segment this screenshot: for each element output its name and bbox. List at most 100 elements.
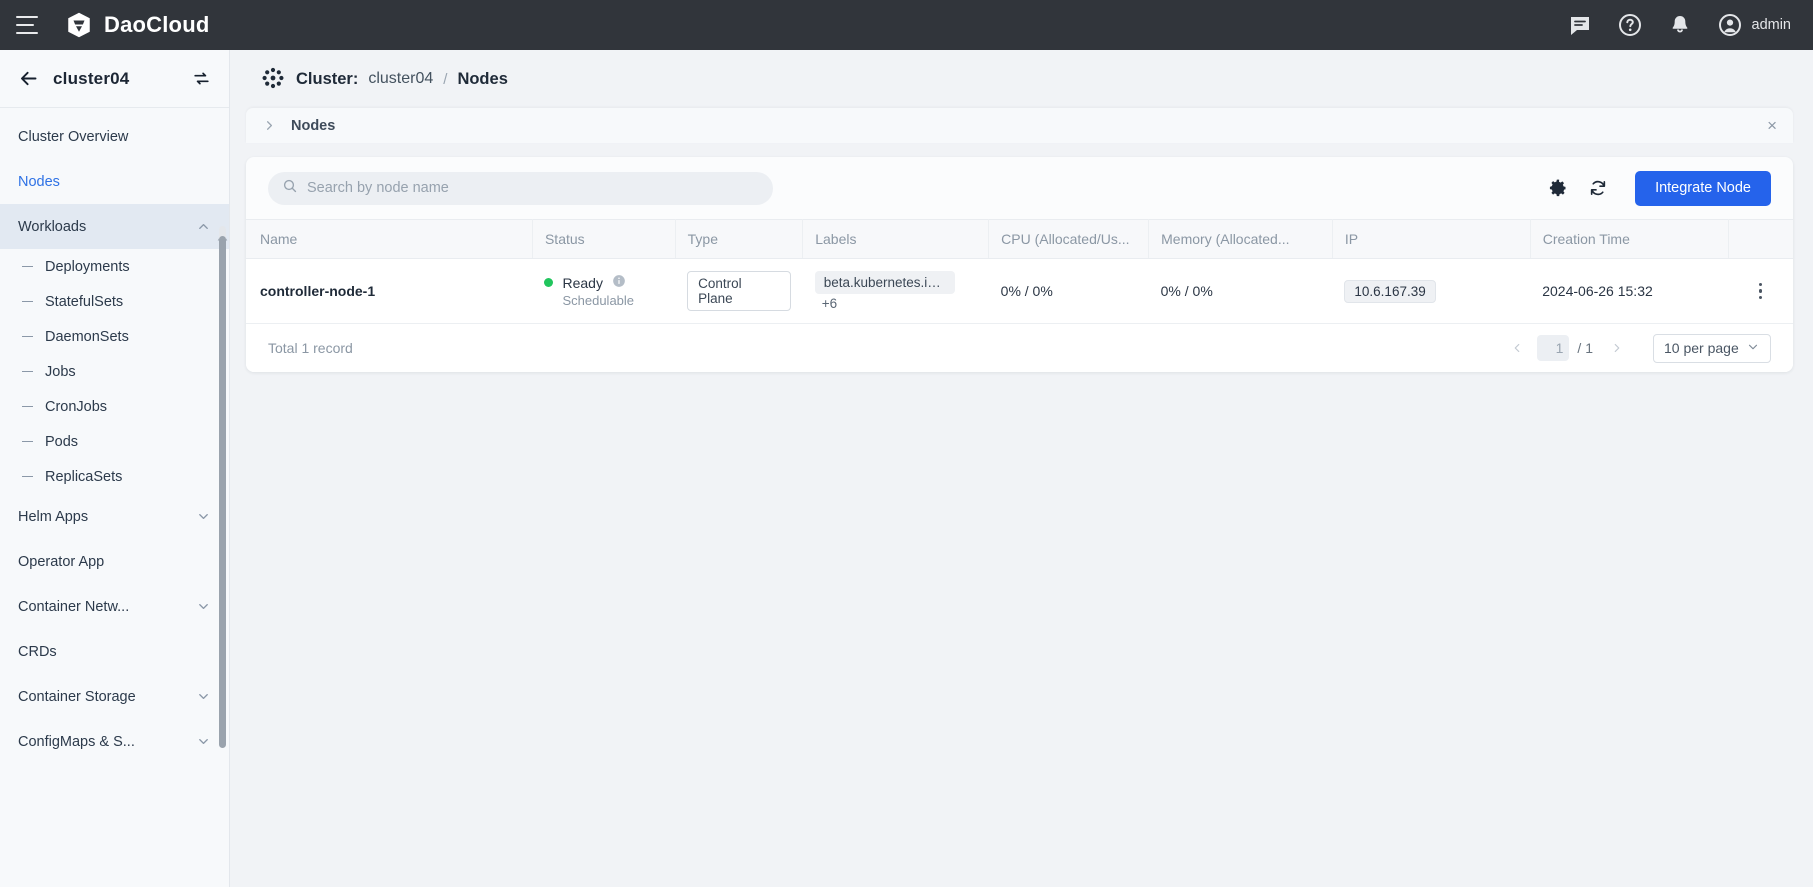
sidebar-item-replicasets[interactable]: ReplicaSets [0, 459, 229, 494]
label-more-count[interactable]: +6 [822, 296, 837, 311]
sidebar-item-container-storage[interactable]: Container Storage [0, 674, 229, 719]
breadcrumb-label: Cluster: [296, 70, 358, 89]
chat-icon[interactable] [1568, 13, 1592, 37]
nodes-toolbar: Integrate Node [246, 157, 1793, 219]
column-header-name[interactable]: Name [246, 220, 532, 259]
sidebar-item-label: StatefulSets [45, 294, 123, 310]
sidebar-scrollbar-thumb[interactable] [219, 236, 226, 748]
sidebar-item-label: Container Storage [18, 689, 136, 705]
bell-icon[interactable] [1668, 13, 1692, 37]
bullet-dash-icon [22, 441, 33, 443]
sidebar-item-cluster-overview[interactable]: Cluster Overview [0, 114, 229, 159]
daocloud-cube-icon [64, 10, 94, 40]
sidebar-item-container-network[interactable]: Container Netw... [0, 584, 229, 629]
column-header-labels[interactable]: Labels [803, 220, 989, 259]
chevron-up-icon [196, 219, 211, 234]
sidebar: cluster04 Cluster Overview Nodes Workloa… [0, 50, 230, 887]
sidebar-item-label: Operator App [18, 554, 104, 570]
table-header-row: Name Status Type Labels CPU (Allocated/U… [246, 220, 1793, 259]
search-box[interactable] [268, 172, 773, 205]
sidebar-nav: Cluster Overview Nodes Workloads Deploym… [0, 108, 229, 887]
column-header-creation-time[interactable]: Creation Time [1530, 220, 1728, 259]
bullet-dash-icon [22, 476, 33, 478]
sidebar-item-label: ReplicaSets [45, 469, 122, 485]
page-body: cluster04 Cluster Overview Nodes Workloa… [0, 50, 1813, 887]
kebab-menu-icon[interactable] [1740, 283, 1781, 300]
sidebar-item-label: DaemonSets [45, 329, 129, 345]
info-icon[interactable] [612, 274, 626, 291]
chevron-down-icon [196, 599, 211, 614]
sidebar-item-crds[interactable]: CRDs [0, 629, 229, 674]
per-page-select[interactable]: 10 per page [1653, 334, 1771, 363]
sidebar-item-label: ConfigMaps & S... [18, 734, 135, 750]
column-header-status[interactable]: Status [532, 220, 675, 259]
cell-type: Control Plane [675, 259, 803, 324]
bullet-dash-icon [22, 301, 33, 303]
hamburger-icon[interactable] [16, 16, 42, 34]
integrate-node-button[interactable]: Integrate Node [1635, 171, 1771, 206]
breadcrumb-separator: / [443, 71, 447, 88]
breadcrumb: Cluster: cluster04 / Nodes [230, 50, 1813, 108]
cell-memory: 0% / 0% [1149, 259, 1333, 324]
tab-nodes[interactable]: Nodes [291, 118, 335, 134]
sidebar-item-deployments[interactable]: Deployments [0, 249, 229, 284]
sidebar-item-workloads[interactable]: Workloads [0, 204, 229, 249]
search-input[interactable] [307, 180, 759, 196]
sidebar-item-label: Pods [45, 434, 78, 450]
column-header-type[interactable]: Type [675, 220, 803, 259]
status-line: Ready [544, 274, 663, 291]
help-icon[interactable] [1618, 13, 1642, 37]
toolbar-actions: Integrate Node [1547, 171, 1771, 206]
sidebar-item-statefulsets[interactable]: StatefulSets [0, 284, 229, 319]
column-header-memory[interactable]: Memory (Allocated... [1149, 220, 1333, 259]
brand-logo-group[interactable]: DaoCloud [64, 10, 209, 40]
sidebar-item-helm-apps[interactable]: Helm Apps [0, 494, 229, 539]
table-body: controller-node-1 Ready [246, 259, 1793, 324]
page-total-text: / 1 [1577, 340, 1593, 356]
cell-creation-time: 2024-06-26 15:32 [1530, 259, 1728, 324]
node-type-tag[interactable]: Control Plane [687, 271, 791, 311]
gear-icon[interactable] [1547, 177, 1569, 199]
cell-actions [1728, 259, 1793, 324]
sidebar-item-cronjobs[interactable]: CronJobs [0, 389, 229, 424]
bullet-dash-icon [22, 406, 33, 408]
sidebar-header: cluster04 [0, 50, 229, 108]
sidebar-item-label: Deployments [45, 259, 130, 275]
sidebar-item-label: Workloads [18, 219, 86, 235]
refresh-icon[interactable] [1587, 177, 1609, 199]
sidebar-item-jobs[interactable]: Jobs [0, 354, 229, 389]
chevron-left-icon[interactable] [1505, 336, 1529, 360]
chevron-down-icon [1746, 340, 1760, 357]
node-name-link[interactable]: controller-node-1 [260, 283, 375, 299]
back-arrow-icon[interactable] [18, 68, 39, 89]
user-menu[interactable]: admin [1718, 13, 1792, 37]
chevron-down-icon [196, 689, 211, 704]
sidebar-item-configmaps-secrets[interactable]: ConfigMaps & S... [0, 719, 229, 764]
sidebar-item-operator-app[interactable]: Operator App [0, 539, 229, 584]
sidebar-item-label: Jobs [45, 364, 76, 380]
chevron-right-icon[interactable] [1605, 336, 1629, 360]
bullet-dash-icon [22, 336, 33, 338]
column-header-ip[interactable]: IP [1332, 220, 1530, 259]
per-page-label: 10 per page [1664, 340, 1739, 356]
label-chip[interactable]: beta.kubernetes.io/os:... [815, 271, 955, 294]
breadcrumb-cluster[interactable]: cluster04 [368, 70, 433, 88]
sidebar-item-label: Container Netw... [18, 599, 129, 615]
close-icon[interactable]: × [1767, 117, 1777, 134]
status-dot-icon [544, 278, 553, 287]
table-row[interactable]: controller-node-1 Ready [246, 259, 1793, 324]
sidebar-item-label: CRDs [18, 644, 57, 660]
cluster-dots-icon [260, 66, 286, 92]
sidebar-item-daemonsets[interactable]: DaemonSets [0, 319, 229, 354]
ip-chip[interactable]: 10.6.167.39 [1344, 280, 1435, 303]
bullet-dash-icon [22, 371, 33, 373]
nodes-table: Name Status Type Labels CPU (Allocated/U… [246, 219, 1793, 324]
sidebar-item-nodes[interactable]: Nodes [0, 159, 229, 204]
switch-cluster-icon[interactable] [192, 69, 211, 88]
column-header-cpu[interactable]: CPU (Allocated/Us... [989, 220, 1149, 259]
sidebar-item-pods[interactable]: Pods [0, 424, 229, 459]
user-name: admin [1752, 17, 1792, 33]
page-number-input[interactable]: 1 [1537, 335, 1569, 361]
chevron-right-icon[interactable] [262, 118, 277, 133]
cell-name: controller-node-1 [246, 259, 532, 324]
